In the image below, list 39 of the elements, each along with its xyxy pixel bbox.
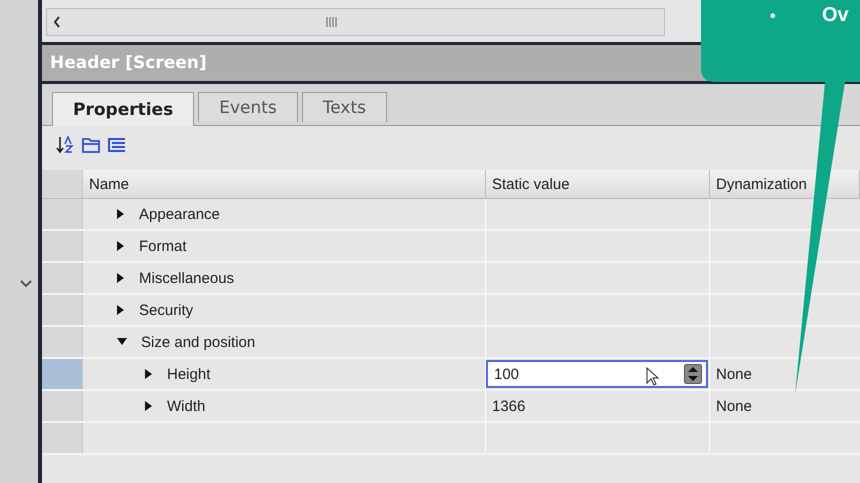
bullet: •: [770, 8, 776, 26]
property-name: Security: [139, 302, 194, 318]
column-header[interactable]: Dynamization: [716, 176, 807, 192]
cursor-icon: [646, 367, 660, 387]
property-name: Size and position: [141, 334, 256, 350]
property-name: Width: [167, 398, 206, 414]
list-icon[interactable]: [108, 137, 126, 153]
tab[interactable]: Properties: [52, 92, 194, 126]
sort-icon[interactable]: [56, 136, 74, 154]
expanded-arrow-icon[interactable]: [117, 338, 127, 346]
callout-text: Ov: [822, 4, 849, 27]
collapsed-arrow-icon[interactable]: [117, 209, 125, 219]
horizontal-scrollbar[interactable]: [46, 8, 665, 36]
property-value: 1366: [492, 398, 526, 414]
grip-icon[interactable]: [326, 17, 338, 27]
column-header[interactable]: Name: [89, 176, 130, 192]
spinner-icon[interactable]: [684, 364, 702, 384]
table-row[interactable]: Height 100 None: [42, 359, 860, 391]
chevron-icon[interactable]: [20, 280, 32, 288]
tab[interactable]: Texts: [302, 92, 388, 122]
collapsed-arrow-icon[interactable]: [117, 305, 125, 315]
collapsed-arrow-icon[interactable]: [117, 241, 125, 251]
dynamization-value: None: [716, 366, 752, 382]
property-name: Appearance: [139, 206, 220, 222]
table-row[interactable]: Width 1366 None: [42, 391, 860, 423]
property-name: Miscellaneous: [139, 270, 234, 286]
field-value: 100: [494, 366, 520, 382]
folder-icon[interactable]: [82, 137, 100, 153]
collapsed-arrow-icon[interactable]: [145, 369, 153, 379]
column-header[interactable]: Static value: [492, 176, 570, 192]
panel-title: Header [Screen]: [50, 53, 207, 73]
property-name: Height: [167, 366, 210, 382]
tab[interactable]: Events: [198, 92, 298, 122]
collapsed-arrow-icon[interactable]: [145, 401, 153, 411]
dynamization-value: None: [716, 398, 752, 414]
property-name: Format: [139, 238, 187, 254]
value-field[interactable]: 100: [486, 360, 708, 388]
table-row[interactable]: Security: [42, 295, 860, 327]
collapsed-arrow-icon[interactable]: [117, 273, 125, 283]
